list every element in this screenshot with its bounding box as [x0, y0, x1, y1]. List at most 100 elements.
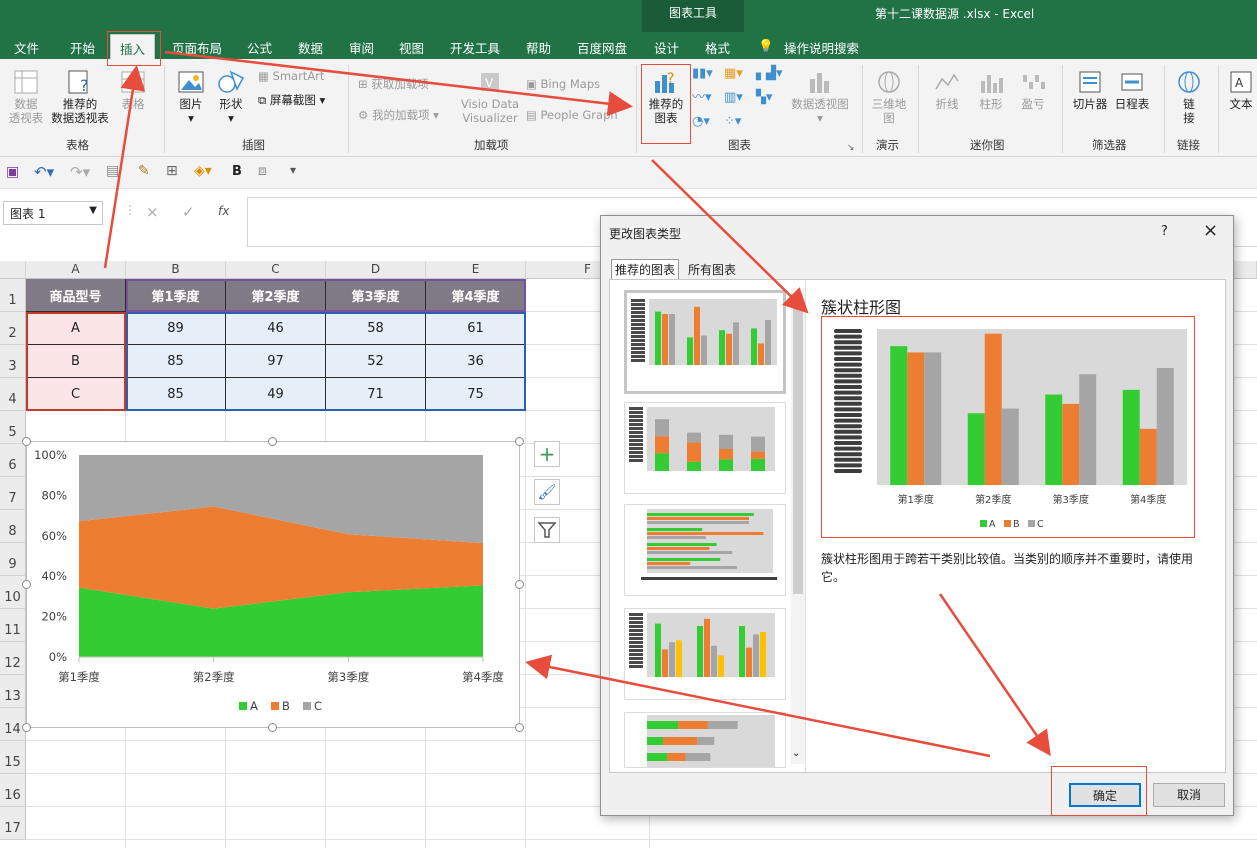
chart-styles-brush-icon[interactable]: 🖌 — [534, 479, 560, 505]
stacked-area-chart[interactable]: 0% 20% 40% 60% 80% 100% 第1季度 第2季度 第3季度 第4季度 A B C — [26, 441, 520, 728]
statistic-chart-dropdown[interactable]: ▥▾ — [724, 91, 743, 105]
scroll-down-icon[interactable]: ⌄ — [792, 748, 800, 759]
chart-elements-plus-icon[interactable]: + — [534, 441, 560, 467]
timeline-button[interactable]: 日程表 — [1112, 69, 1152, 111]
name-box[interactable]: 图表 1 ▼ — [3, 201, 103, 225]
undo-icon[interactable]: ↶▾ — [34, 163, 54, 181]
tab-recommended-charts[interactable]: 推荐的图表 — [611, 259, 680, 279]
tab-page-layout[interactable]: 页面布局 — [172, 38, 222, 57]
charts-dialog-launcher-icon[interactable]: ↘ — [847, 141, 855, 155]
row-header-15[interactable]: 15 — [0, 741, 26, 774]
shapes-button[interactable]: 形状 ▾ — [214, 69, 248, 125]
print-preview-icon[interactable]: ▤ — [106, 163, 119, 179]
cancel-icon[interactable]: × — [146, 203, 159, 221]
resize-handle[interactable] — [515, 723, 524, 732]
sparkline-column-button[interactable]: 柱形 — [974, 69, 1008, 111]
tab-file[interactable]: 文件 — [14, 38, 39, 57]
waterfall-chart-dropdown[interactable]: ▖▟▾ — [756, 67, 783, 81]
tell-me-search[interactable]: 操作说明搜索 — [784, 38, 859, 57]
recommended-pivot-button[interactable]: ? 推荐的 数据透视表 — [48, 69, 112, 125]
thumbnail-clustered-column[interactable] — [624, 290, 786, 394]
resize-handle[interactable] — [22, 580, 31, 589]
format-painter-icon[interactable]: ✎ — [138, 163, 150, 179]
header-cell[interactable]: 商品型号 — [26, 279, 126, 312]
textbox-button[interactable]: A 文本 — [1226, 69, 1256, 111]
tab-all-charts[interactable]: 所有图表 — [688, 261, 736, 278]
tab-data[interactable]: 数据 — [298, 38, 323, 57]
resize-handle[interactable] — [22, 437, 31, 446]
resize-handle[interactable] — [515, 437, 524, 446]
pie-chart-dropdown[interactable]: ◔▾ — [692, 115, 710, 129]
tab-help[interactable]: 帮助 — [526, 38, 551, 57]
customize-qat-icon[interactable]: ▾ — [290, 163, 296, 177]
pivot-chart-button[interactable]: 数据透视图 ▾ — [788, 69, 852, 125]
smartart-button[interactable]: ▦ SmartArt — [258, 69, 324, 83]
3d-map-button[interactable]: 三维地图 — [868, 69, 910, 125]
row-header-4[interactable]: 4 — [0, 378, 26, 411]
tab-format[interactable]: 格式 — [705, 38, 730, 57]
row-header-9[interactable]: 9 — [0, 543, 26, 576]
insert-function-icon[interactable]: fx — [218, 204, 229, 218]
thumbnails-scrollbar[interactable]: ⌄ — [791, 288, 805, 764]
chart-filters-funnel-icon[interactable] — [534, 517, 560, 543]
screenshot-button[interactable]: ⧉ 屏幕截图 ▾ — [258, 93, 325, 107]
visio-visualizer-button[interactable]: V Visio Data Visualizer — [458, 69, 522, 125]
my-addins-button[interactable]: ⚙ 我的加载项 ▾ — [358, 108, 439, 122]
column-header-a[interactable]: A — [26, 261, 126, 279]
slicer-button[interactable]: 切片器 — [1070, 69, 1110, 111]
people-graph-button[interactable]: ▤ People Graph — [526, 108, 618, 122]
bing-maps-button[interactable]: ▣ Bing Maps — [526, 77, 600, 91]
row-header-8[interactable]: 8 — [0, 510, 26, 543]
row-header-2[interactable]: 2 — [0, 312, 26, 345]
clear-format-icon[interactable]: ⧈ — [258, 163, 267, 179]
link-button[interactable]: 链接 — [1172, 69, 1206, 125]
row-header-16[interactable]: 16 — [0, 774, 26, 807]
resize-handle[interactable] — [515, 580, 524, 589]
bold-icon[interactable]: B — [232, 164, 242, 179]
fill-color-icon[interactable]: ◈▾ — [194, 163, 212, 179]
row-header-6[interactable]: 6 — [0, 444, 26, 477]
resize-handle[interactable] — [22, 723, 31, 732]
scatter-chart-dropdown[interactable]: ⁘▾ — [724, 115, 741, 129]
tab-home[interactable]: 开始 — [70, 38, 95, 57]
column-header-b[interactable]: B — [126, 261, 226, 279]
tab-review[interactable]: 审阅 — [349, 38, 374, 57]
combo-chart-dropdown[interactable]: ▚▾ — [756, 91, 773, 105]
enter-icon[interactable]: ✓ — [182, 203, 195, 221]
thumbnail-clustered-bar[interactable] — [624, 504, 786, 596]
redo-icon[interactable]: ↷▾ — [70, 163, 90, 181]
pivot-table-button[interactable]: 数据 透视表 — [6, 69, 46, 125]
column-header-d[interactable]: D — [326, 261, 426, 279]
select-all-corner[interactable] — [0, 261, 26, 279]
close-button[interactable]: × — [1203, 220, 1218, 241]
tab-view[interactable]: 视图 — [399, 38, 424, 57]
row-header-7[interactable]: 7 — [0, 477, 26, 510]
picture-button[interactable]: 图片 ▾ — [174, 69, 208, 125]
thumbnail-stacked-bar[interactable] — [624, 712, 786, 768]
line-chart-dropdown[interactable]: 〰▾ — [692, 91, 712, 105]
row-header-11[interactable]: 11 — [0, 609, 26, 642]
row-header-17[interactable]: 17 — [0, 807, 26, 840]
scrollbar-thumb[interactable] — [793, 294, 803, 594]
row-header-13[interactable]: 13 — [0, 675, 26, 708]
thumbnail-column-by-category[interactable] — [624, 608, 786, 700]
resize-handle[interactable] — [268, 437, 277, 446]
row-header-1[interactable]: 1 — [0, 279, 26, 312]
table-button[interactable]: 表格 — [116, 69, 150, 111]
column-chart-dropdown[interactable]: ▮▮▾ — [692, 67, 713, 81]
sparkline-winloss-button[interactable]: 盈亏 — [1016, 69, 1050, 111]
thumbnail-stacked-column[interactable] — [624, 402, 786, 494]
row-header-12[interactable]: 12 — [0, 642, 26, 675]
tab-design[interactable]: 设计 — [654, 38, 679, 57]
help-button[interactable]: ? — [1161, 224, 1168, 239]
save-icon[interactable]: ▣ — [6, 164, 19, 180]
borders-icon[interactable]: ⊞ — [166, 163, 178, 179]
sparkline-line-button[interactable]: 折线 — [930, 69, 964, 111]
column-header-c[interactable]: C — [226, 261, 326, 279]
tab-baidu-netdisk[interactable]: 百度网盘 — [577, 38, 627, 57]
column-header-e[interactable]: E — [426, 261, 526, 279]
cancel-button[interactable]: 取消 — [1153, 783, 1225, 807]
resize-handle[interactable] — [268, 723, 277, 732]
get-addins-button[interactable]: ⊞ 获取加载项 — [358, 77, 429, 91]
tab-formulas[interactable]: 公式 — [247, 38, 272, 57]
